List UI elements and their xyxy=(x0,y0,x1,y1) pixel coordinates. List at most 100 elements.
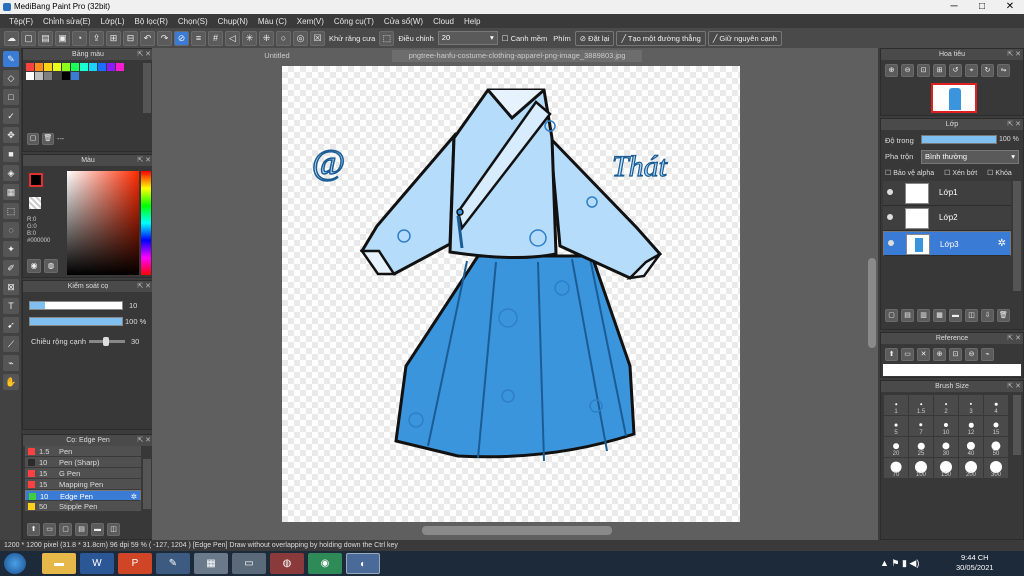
select-tool-icon[interactable]: ⬚ xyxy=(3,203,19,219)
palette-swatch[interactable] xyxy=(71,72,79,80)
brush-new-icon[interactable]: ▢ xyxy=(59,523,72,536)
close-button[interactable]: ✕ xyxy=(996,0,1024,14)
palette-swatch[interactable] xyxy=(44,63,52,71)
layer-opacity-slider[interactable] xyxy=(921,135,997,144)
layer-folder-icon[interactable]: ▬ xyxy=(949,309,962,322)
open-file-icon[interactable]: ▤ xyxy=(38,30,53,46)
new-layer-icon[interactable]: ▢ xyxy=(885,309,898,322)
hand-tool-icon[interactable]: ✋ xyxy=(3,374,19,390)
new-file-icon[interactable]: ▢ xyxy=(21,30,36,46)
zoom-in-icon[interactable]: ⊕ xyxy=(885,64,898,77)
menu-filter[interactable]: Bộ lọc(R) xyxy=(130,17,173,26)
maximize-button[interactable]: □ xyxy=(968,0,996,14)
menu-window[interactable]: Cửa sổ(W) xyxy=(379,17,428,26)
magic-wand-icon[interactable]: ✦ xyxy=(3,241,19,257)
brush-folder2-icon[interactable]: ▬ xyxy=(91,523,104,536)
new-8bit-layer-icon[interactable]: ▥ xyxy=(917,309,930,322)
tray-icons[interactable]: ▲ ⚑ ▮ ◀) xyxy=(880,558,919,569)
blend-select[interactable]: Bình thường ▾ xyxy=(921,150,1019,164)
palette-swatch[interactable] xyxy=(35,63,43,71)
brush-size-cell[interactable]: 300 xyxy=(984,458,1008,478)
actual-size-icon[interactable]: ⊞ xyxy=(933,64,946,77)
palette-swatch[interactable] xyxy=(98,63,106,71)
layer-menu-icon[interactable]: ▦ xyxy=(933,309,946,322)
straight-line-button[interactable]: ╱ Tạo một đường thẳng xyxy=(616,30,706,46)
add-palette-icon[interactable]: ▢ xyxy=(27,133,39,145)
redo-icon[interactable]: ↷ xyxy=(157,30,172,46)
clipping-checkbox[interactable]: ☐ Xén bớt xyxy=(944,169,977,177)
palette-swatch[interactable] xyxy=(71,63,79,71)
greenshot-icon[interactable]: ◉ xyxy=(308,553,342,574)
reference-zoom-out-icon[interactable]: ⊖ xyxy=(965,348,978,361)
vertical-scrollbar[interactable] xyxy=(868,258,876,348)
foreground-color[interactable] xyxy=(29,173,43,187)
app-icon[interactable]: ◍ xyxy=(270,553,304,574)
correction-select[interactable]: 20 ▾ xyxy=(437,31,498,45)
brush-size-cell[interactable]: 40 xyxy=(959,437,983,457)
palette-swatch[interactable] xyxy=(35,72,43,80)
brush-item[interactable]: 1.5 Pen xyxy=(25,446,141,457)
brush-copy-icon[interactable]: ▤ xyxy=(75,523,88,536)
select-pen-icon[interactable]: ✓ xyxy=(3,108,19,124)
zoom-out-icon[interactable]: ⊖ xyxy=(901,64,914,77)
reference-zoom-in-icon[interactable]: ⊕ xyxy=(933,348,946,361)
transparent-color[interactable] xyxy=(29,197,41,209)
snap-checkbox[interactable]: ☐ Canh mềm xyxy=(500,34,550,43)
brush-size-cell[interactable]: 50 xyxy=(984,437,1008,457)
circle-snap-icon[interactable]: ○ xyxy=(276,30,291,46)
parallel-snap-icon[interactable]: ≡ xyxy=(191,30,206,46)
clock[interactable]: 9:44 CH 30/05/2021 xyxy=(956,553,994,573)
brush-size-cell[interactable]: 1.5 xyxy=(909,395,933,415)
menu-color[interactable]: Màu (C) xyxy=(253,17,292,26)
paint-icon[interactable]: ✎ xyxy=(156,553,190,574)
reference-eyedropper-icon[interactable]: ⌁ xyxy=(981,348,994,361)
reference-open-icon[interactable]: ▭ xyxy=(901,348,914,361)
chrome-icon[interactable]: ◐ xyxy=(346,553,380,574)
brush-size-cell[interactable]: 200 xyxy=(959,458,983,478)
word-icon[interactable]: W xyxy=(80,553,114,574)
brush-folder-icon[interactable]: ▭ xyxy=(43,523,56,536)
tab-document[interactable]: pngtree-hanfu-costume-clothing-apparel-p… xyxy=(392,50,642,62)
palette-swatch[interactable] xyxy=(53,63,61,71)
palette-swatch[interactable] xyxy=(26,63,34,71)
palette-swatch[interactable] xyxy=(53,72,61,80)
reference-cloud-icon[interactable]: ⬆ xyxy=(885,348,898,361)
powerpoint-icon[interactable]: P xyxy=(118,553,152,574)
eye-icon[interactable] xyxy=(887,189,893,195)
brush-size-cell[interactable]: 3 xyxy=(959,395,983,415)
brush-size-cell[interactable]: 5 xyxy=(884,416,908,436)
radial-snap-icon[interactable]: ✳ xyxy=(242,30,257,46)
brush-size-cell[interactable]: 25 xyxy=(909,437,933,457)
brush-size-cell[interactable]: 12 xyxy=(959,416,983,436)
brush-size-cell[interactable]: 4 xyxy=(984,395,1008,415)
brush-size-cell[interactable]: 100 xyxy=(909,458,933,478)
palette-swatch[interactable] xyxy=(107,63,115,71)
brush-list-scrollbar[interactable] xyxy=(143,459,151,509)
brush-item[interactable]: 50 Stipple Pen xyxy=(25,501,141,512)
menu-edit[interactable]: Chỉnh sửa(E) xyxy=(38,17,96,26)
menu-help[interactable]: Help xyxy=(459,17,485,26)
flip-icon[interactable]: ⇋ xyxy=(997,64,1010,77)
brush-size-cell[interactable]: 20 xyxy=(884,437,908,457)
edge-width-slider[interactable] xyxy=(89,337,125,346)
layer-item[interactable]: Lớp3 ✲ xyxy=(883,231,1011,256)
hue-slider[interactable] xyxy=(141,171,151,275)
drawing-paper[interactable]: @ Thát xyxy=(282,66,740,522)
palette-scrollbar[interactable] xyxy=(143,63,151,113)
rotate-reset-icon[interactable]: ⌖ xyxy=(965,64,978,77)
lock-checkbox[interactable]: ☐ Khóa xyxy=(987,169,1012,177)
save-icon[interactable]: ▣ xyxy=(55,30,70,46)
share-icon[interactable]: ⇪ xyxy=(89,30,104,46)
radial-line-icon[interactable]: ⁜ xyxy=(259,30,274,46)
navigator-preview[interactable] xyxy=(931,83,977,113)
select-eraser-icon[interactable]: ⊠ xyxy=(3,279,19,295)
snap-off-icon[interactable]: ⊘ xyxy=(174,30,189,46)
brush-item[interactable]: 15 Mapping Pen xyxy=(25,479,141,490)
calculator-icon[interactable]: ▦ xyxy=(194,553,228,574)
palette-swatch[interactable] xyxy=(89,63,97,71)
eye-icon[interactable] xyxy=(887,214,893,220)
menu-layer[interactable]: Lớp(L) xyxy=(96,17,130,26)
merge-layer-icon[interactable]: ⇩ xyxy=(981,309,994,322)
layer-item[interactable]: Lớp1 xyxy=(883,181,1011,206)
eyedropper-tool-icon[interactable]: ⌁ xyxy=(3,355,19,371)
